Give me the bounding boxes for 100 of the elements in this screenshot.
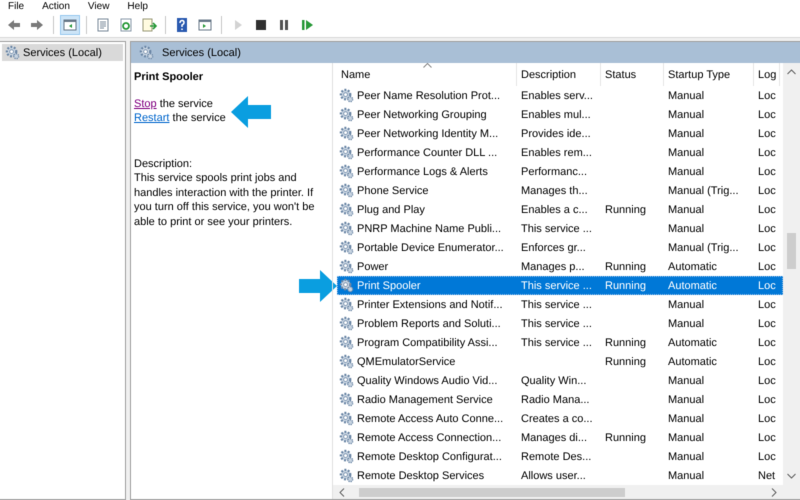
properties-icon (95, 17, 111, 33)
service-description: Allows user... (520, 470, 587, 482)
service-row[interactable]: Power Manages p... Running Automatic Loc (337, 257, 783, 276)
log-on-as: Loc (757, 394, 777, 406)
service-description: Creates a co... (520, 412, 594, 424)
column-header[interactable]: Name (337, 63, 517, 86)
description-text: This service spools print jobs and handles interaction with the printer. If you turn off this service, you won't be able to print or see your printers. (134, 171, 316, 229)
service-status: Running (604, 260, 647, 272)
gear-icon (339, 107, 354, 122)
back-arrow-icon (6, 17, 22, 33)
action-pane-icon (197, 17, 213, 33)
gear-icon (339, 316, 354, 331)
service-row[interactable]: Plug and Play Enables a c... Running Manual Loc (337, 200, 783, 219)
menu-item[interactable]: File (8, 1, 24, 12)
refresh-icon (118, 17, 134, 33)
service-description: Enables mul... (520, 108, 592, 120)
stop-icon (253, 17, 269, 33)
service-row[interactable]: Performance Counter DLL ... Enables rem... Manual Loc (337, 143, 783, 162)
service-status: Running (604, 204, 647, 216)
service-row[interactable]: Phone Service Manages th... Manual (Trig... Loc (337, 181, 783, 200)
service-name: Portable Device Enumerator... (357, 242, 504, 254)
startup-type: Manual (667, 146, 706, 158)
log-on-as: Loc (757, 318, 777, 330)
service-name: Performance Logs & Alerts (357, 166, 488, 178)
scrollbar-thumb[interactable] (359, 488, 625, 496)
service-row[interactable]: Problem Reports and Soluti... This service ... Manual Loc (337, 314, 783, 333)
service-description: This service ... (520, 280, 593, 292)
service-name: Remote Desktop Services (357, 470, 484, 482)
scrollbar-thumb[interactable] (787, 233, 796, 269)
gear-icon (339, 335, 354, 350)
service-row[interactable]: Remote Desktop Services Allows user... Manual Net (337, 466, 783, 485)
startup-type: Manual (667, 204, 706, 216)
gear-icon (339, 183, 354, 198)
column-header[interactable]: Status (601, 63, 664, 86)
service-row[interactable]: Performance Logs & Alerts Performanc... Manual Loc (337, 162, 783, 181)
gear-icon (339, 259, 354, 274)
horizontal-scrollbar[interactable] (333, 485, 800, 499)
menu-item[interactable]: View (88, 1, 110, 12)
description-label: Description: (134, 157, 194, 171)
help-icon (174, 17, 190, 33)
log-on-as: Loc (757, 204, 777, 216)
service-row[interactable]: Remote Access Auto Conne... Creates a co... Manual Loc (337, 409, 783, 428)
service-description: Manages p... (520, 260, 586, 272)
service-name: Remote Access Auto Conne... (357, 412, 504, 424)
service-row[interactable]: Radio Management Service Radio Mana... Manual Loc (337, 390, 783, 409)
service-name: Remote Desktop Configurat... (357, 450, 502, 462)
service-row[interactable]: Peer Networking Identity M... Provides ide... Manual Loc (337, 124, 783, 143)
startup-type: Manual (667, 166, 706, 178)
service-name: Phone Service (357, 184, 429, 196)
log-on-as: Loc (757, 412, 777, 424)
callout-arrow-icon (231, 96, 271, 128)
service-row[interactable]: Quality Windows Audio Vid... Quality Win... Manual Loc (337, 371, 783, 390)
service-name: Remote Access Connection... (357, 432, 502, 444)
export-list-icon (141, 17, 157, 33)
service-description: Provides ide... (520, 128, 592, 140)
service-name: Printer Extensions and Notif... (357, 298, 503, 310)
service-name: Plug and Play (357, 204, 425, 216)
gear-icon (139, 45, 154, 60)
column-header[interactable]: Description (517, 63, 601, 86)
action-line: Stop the service (134, 97, 214, 111)
gear-icon (339, 430, 354, 445)
action-link[interactable]: Stop (134, 98, 157, 110)
log-on-as: Loc (757, 166, 777, 178)
service-row[interactable]: QMEmulatorService Running Automatic Loc (337, 352, 783, 371)
log-on-as: Loc (757, 146, 777, 158)
startup-type: Automatic (667, 260, 718, 272)
tree-item[interactable]: Services (Local) (2, 44, 123, 61)
sort-caret-icon (422, 63, 432, 68)
service-row[interactable]: Peer Name Resolution Prot... Enables serv... Manual Loc (337, 86, 783, 105)
service-row[interactable]: PNRP Machine Name Publi... This service ... Manual Loc (337, 219, 783, 238)
service-name: PNRP Machine Name Publi... (357, 222, 502, 234)
service-row[interactable]: Peer Networking Grouping Enables mul... Manual Loc (337, 105, 783, 124)
service-description: Manages di... (520, 432, 588, 444)
log-on-as: Loc (757, 242, 777, 254)
log-on-as: Loc (757, 374, 777, 386)
service-row[interactable]: Print Spooler This service ... Running Automatic Loc (337, 276, 783, 295)
column-header[interactable]: Startup Type (664, 63, 754, 86)
service-status: Running (604, 336, 647, 348)
vertical-scrollbar[interactable] (783, 63, 800, 485)
menu-item[interactable]: Action (42, 1, 70, 12)
service-row[interactable]: Remote Access Connection... Manages di... Running Manual Loc (337, 428, 783, 447)
service-description: Enables a c... (520, 204, 589, 216)
startup-type: Automatic (667, 280, 718, 292)
tree-item-label: Services (Local) (23, 46, 102, 58)
gear-icon (339, 411, 354, 426)
service-row[interactable]: Portable Device Enumerator... Enforces gr... Manual (Trig... Loc (337, 238, 783, 257)
column-header[interactable]: Log (754, 63, 780, 86)
service-description: Performanc... (520, 166, 588, 178)
action-link[interactable]: Restart (134, 112, 170, 124)
scroll-left-icon (339, 488, 345, 496)
service-row[interactable]: Remote Desktop Configurat... Remote Des... Manual Loc (337, 447, 783, 466)
gear-icon (339, 145, 354, 160)
service-row[interactable]: Program Compatibility Assi... This service ... Running Automatic Loc (337, 333, 783, 352)
menu-item[interactable]: Help (127, 1, 148, 12)
scroll-right-icon (771, 488, 777, 496)
log-on-as: Loc (757, 450, 777, 462)
service-row[interactable]: Printer Extensions and Notif... This service ... Manual Loc (337, 295, 783, 314)
service-name: Print Spooler (357, 280, 421, 292)
console-tree-icon (62, 17, 78, 33)
service-description: Radio Mana... (520, 394, 590, 406)
